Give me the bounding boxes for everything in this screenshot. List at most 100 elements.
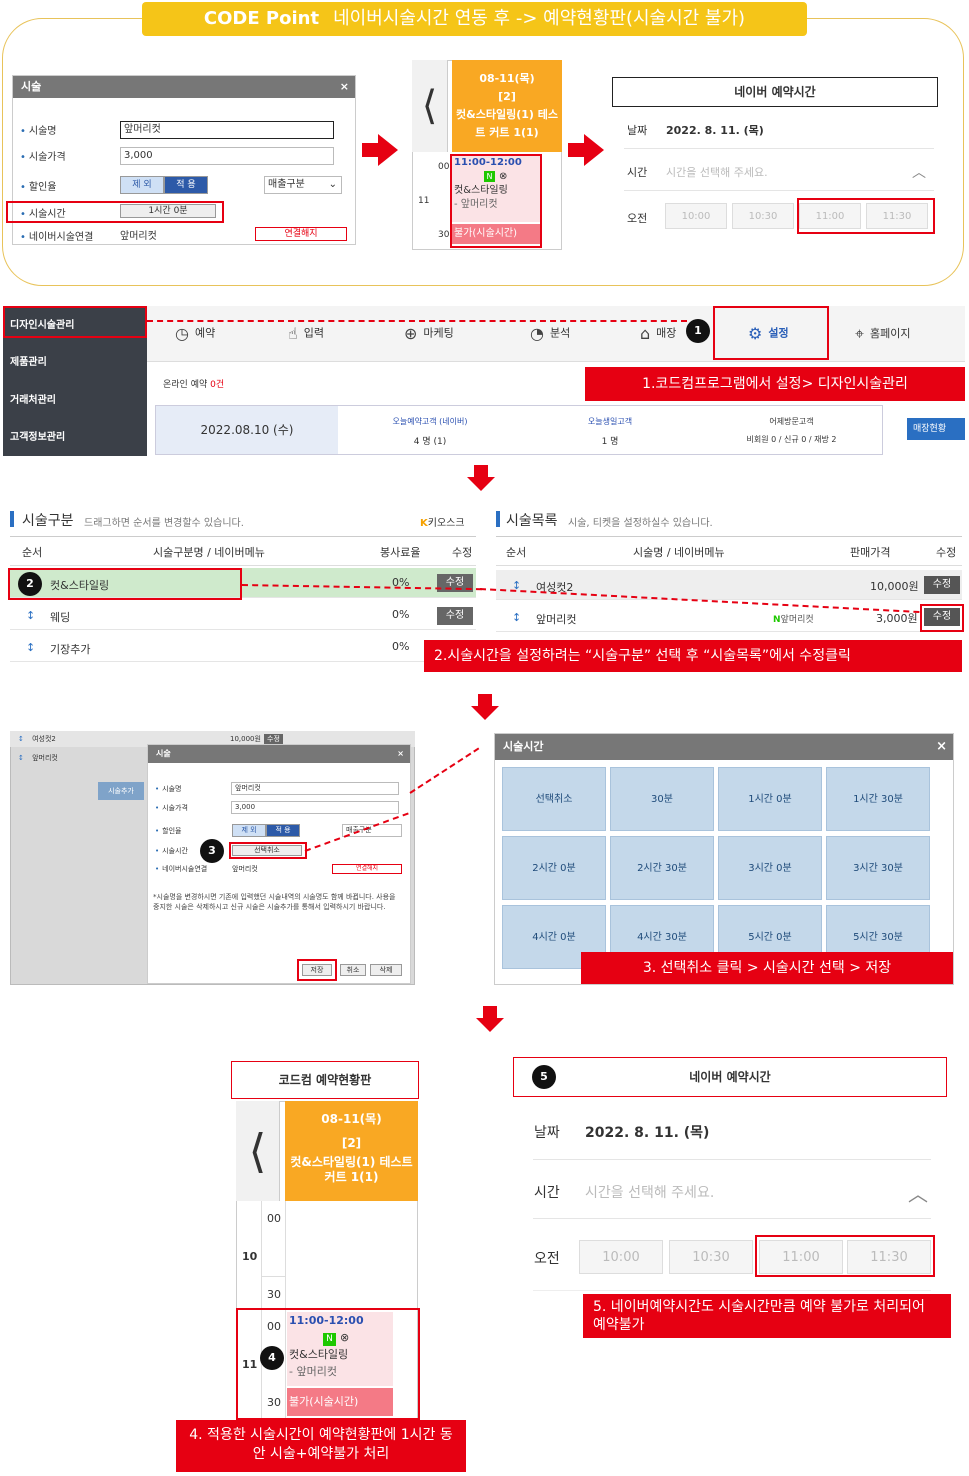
time-placeholder[interactable]: 시간을 선택해 주세요.	[666, 164, 768, 180]
sales-type-value: 매출구분	[268, 179, 305, 190]
drag-handle-icon[interactable]: ↕	[512, 611, 521, 624]
time-label: 시술시간	[155, 846, 188, 856]
row-30: 30	[438, 230, 450, 240]
slot-10-30[interactable]: 10:30	[732, 203, 794, 229]
time-tile-30m[interactable]: 30분	[610, 767, 714, 831]
name-input[interactable]: 앞머리컷	[231, 782, 399, 795]
add-service-button[interactable]: 시술추가	[98, 782, 144, 800]
board-highlight	[450, 154, 542, 248]
board-prev-button[interactable]: ⟨	[412, 60, 448, 152]
nav-homepage[interactable]: ⌖ 홈페이지	[855, 324, 911, 344]
slot-10-30[interactable]: 10:30	[669, 1240, 753, 1274]
store-status-button[interactable]: 매장현황	[907, 418, 965, 440]
drag-handle-icon: ↕	[18, 735, 24, 743]
board-prev-button[interactable]: ⟨	[236, 1101, 280, 1201]
globe-icon: ⊕	[404, 324, 418, 343]
svc-row-naver: N앞머리컷	[773, 615, 814, 625]
pie-icon: ◔	[530, 324, 544, 343]
cat-row-rate: 0%	[392, 608, 410, 621]
divider	[533, 1218, 931, 1219]
hand-icon: ☝	[288, 324, 298, 343]
step-5-badge: 5	[532, 1065, 556, 1089]
dialog-header: 시술시간 ×	[495, 734, 953, 760]
sidebar-item-vendor[interactable]: 거래처관리	[10, 391, 56, 406]
nav-input[interactable]: ☝ 입력	[288, 324, 324, 343]
top-naver-title: 네이버 예약시간	[612, 77, 938, 107]
price-input[interactable]: 3,000	[120, 147, 334, 165]
dialog-title: 시술	[21, 80, 42, 93]
stat2-value: 1 명	[601, 437, 619, 447]
price-input[interactable]: 3,000	[231, 801, 399, 814]
step-4-badge: 4	[260, 1346, 284, 1370]
price-label: 시술가격	[155, 803, 188, 813]
row-11: 11	[418, 196, 430, 206]
close-icon[interactable]: ×	[397, 745, 404, 763]
time-tile-2h30[interactable]: 2시간 30분	[610, 836, 714, 900]
time-placeholder[interactable]: 시간을 선택해 주세요.	[585, 1182, 714, 1202]
slots-highlight	[797, 198, 935, 234]
step-3-badge: 3	[200, 839, 224, 863]
minute-00: 00	[267, 1212, 281, 1225]
apply-button[interactable]: 적 용	[266, 824, 300, 837]
minute-30: 30	[267, 1288, 281, 1301]
exclude-button[interactable]: 제 외	[120, 176, 164, 194]
sales-type-select[interactable]: 매출구분 ⌄	[264, 176, 342, 194]
drag-handle-icon[interactable]: ↕	[26, 641, 35, 654]
exclude-button[interactable]: 제 외	[232, 824, 266, 837]
step-2-badge: 2	[18, 572, 42, 596]
unlink-button[interactable]: 연결해지	[332, 864, 402, 874]
apply-button[interactable]: 적 용	[164, 176, 208, 194]
stat1-label: 오늘예약고객 (네이버)	[392, 417, 468, 426]
arrow-5	[476, 1006, 504, 1032]
cat-col-order: 순서	[22, 546, 43, 559]
sidebar-highlight	[3, 306, 147, 338]
time-tile-2h[interactable]: 2시간 0분	[502, 836, 606, 900]
time-tile-1h30[interactable]: 1시간 30분	[826, 767, 930, 831]
delete-button[interactable]: 삭제	[370, 964, 402, 976]
nav-analysis[interactable]: ◔ 분석	[530, 324, 570, 343]
step-1-badge: 1	[686, 319, 710, 343]
chevron-down-icon: ⌄	[328, 179, 337, 190]
time-tile-3h30[interactable]: 3시간 30분	[826, 836, 930, 900]
sidebar-item-customer[interactable]: 고객정보관리	[10, 428, 65, 443]
sidebar-item-product[interactable]: 제품관리	[10, 353, 47, 368]
date-value: 2022. 8. 11. (목)	[585, 1125, 710, 1141]
time-tile-3h[interactable]: 3시간 0분	[718, 836, 822, 900]
slot-10-00[interactable]: 10:00	[579, 1240, 663, 1274]
drag-handle-icon[interactable]: ↕	[26, 609, 35, 622]
divider	[624, 190, 934, 191]
slot-10-00[interactable]: 10:00	[665, 203, 727, 229]
name-input[interactable]: 앞머리컷	[120, 121, 334, 139]
nav-store[interactable]: ⌂ 매장	[640, 324, 676, 343]
naver-icon: N	[773, 615, 781, 625]
cat-col-rate: 봉사료율	[380, 546, 421, 559]
name-label: 시술명	[155, 784, 181, 794]
nav-reservation[interactable]: ◷ 예약	[175, 324, 215, 343]
banner-code: CODE Point	[203, 8, 320, 29]
nav-marketing[interactable]: ⊕ 마케팅	[404, 324, 454, 343]
time-tile-cancel[interactable]: 선택취소	[502, 767, 606, 831]
cat-edit-button[interactable]: 수정	[437, 607, 473, 625]
step-1-label: 1.코드컴프로그램에서 설정> 디자인시술관리	[585, 367, 965, 401]
svc-edit-button[interactable]: 수정	[924, 576, 960, 594]
chevron-up-icon[interactable]: ︿	[912, 162, 926, 182]
svc-row-price: 10,000원	[870, 580, 919, 593]
step-3-label: 3. 선택취소 클릭 > 시술시간 선택 > 저장	[581, 952, 953, 984]
cat-row-name: 웨딩	[50, 611, 71, 624]
close-icon[interactable]: ×	[936, 734, 947, 760]
time-highlight	[229, 842, 307, 859]
naver-link-label: 네이버시술연결	[20, 228, 93, 243]
date-label: 날짜	[627, 124, 648, 137]
kiosk-label[interactable]: K키오스크	[420, 514, 465, 529]
chevron-up-icon[interactable]: ︿	[908, 1178, 928, 1207]
unlink-button[interactable]: 연결해지	[255, 227, 347, 241]
cat-col-edit: 수정	[452, 546, 473, 559]
service-title-bar	[496, 511, 500, 527]
hour-10: 10	[242, 1250, 258, 1263]
cancel-button[interactable]: 취소	[340, 964, 366, 976]
close-icon[interactable]: ×	[340, 76, 349, 98]
board-summary: 컷&스타일링(1) 테스트 커트 1(1)	[456, 108, 558, 139]
arrow-2	[568, 134, 604, 166]
time-tile-1h[interactable]: 1시간 0분	[718, 767, 822, 831]
step-2-label: 2.시술시간을 설정하려는 “시술구분” 선택 후 “시술목록”에서 수정클릭	[424, 640, 962, 672]
